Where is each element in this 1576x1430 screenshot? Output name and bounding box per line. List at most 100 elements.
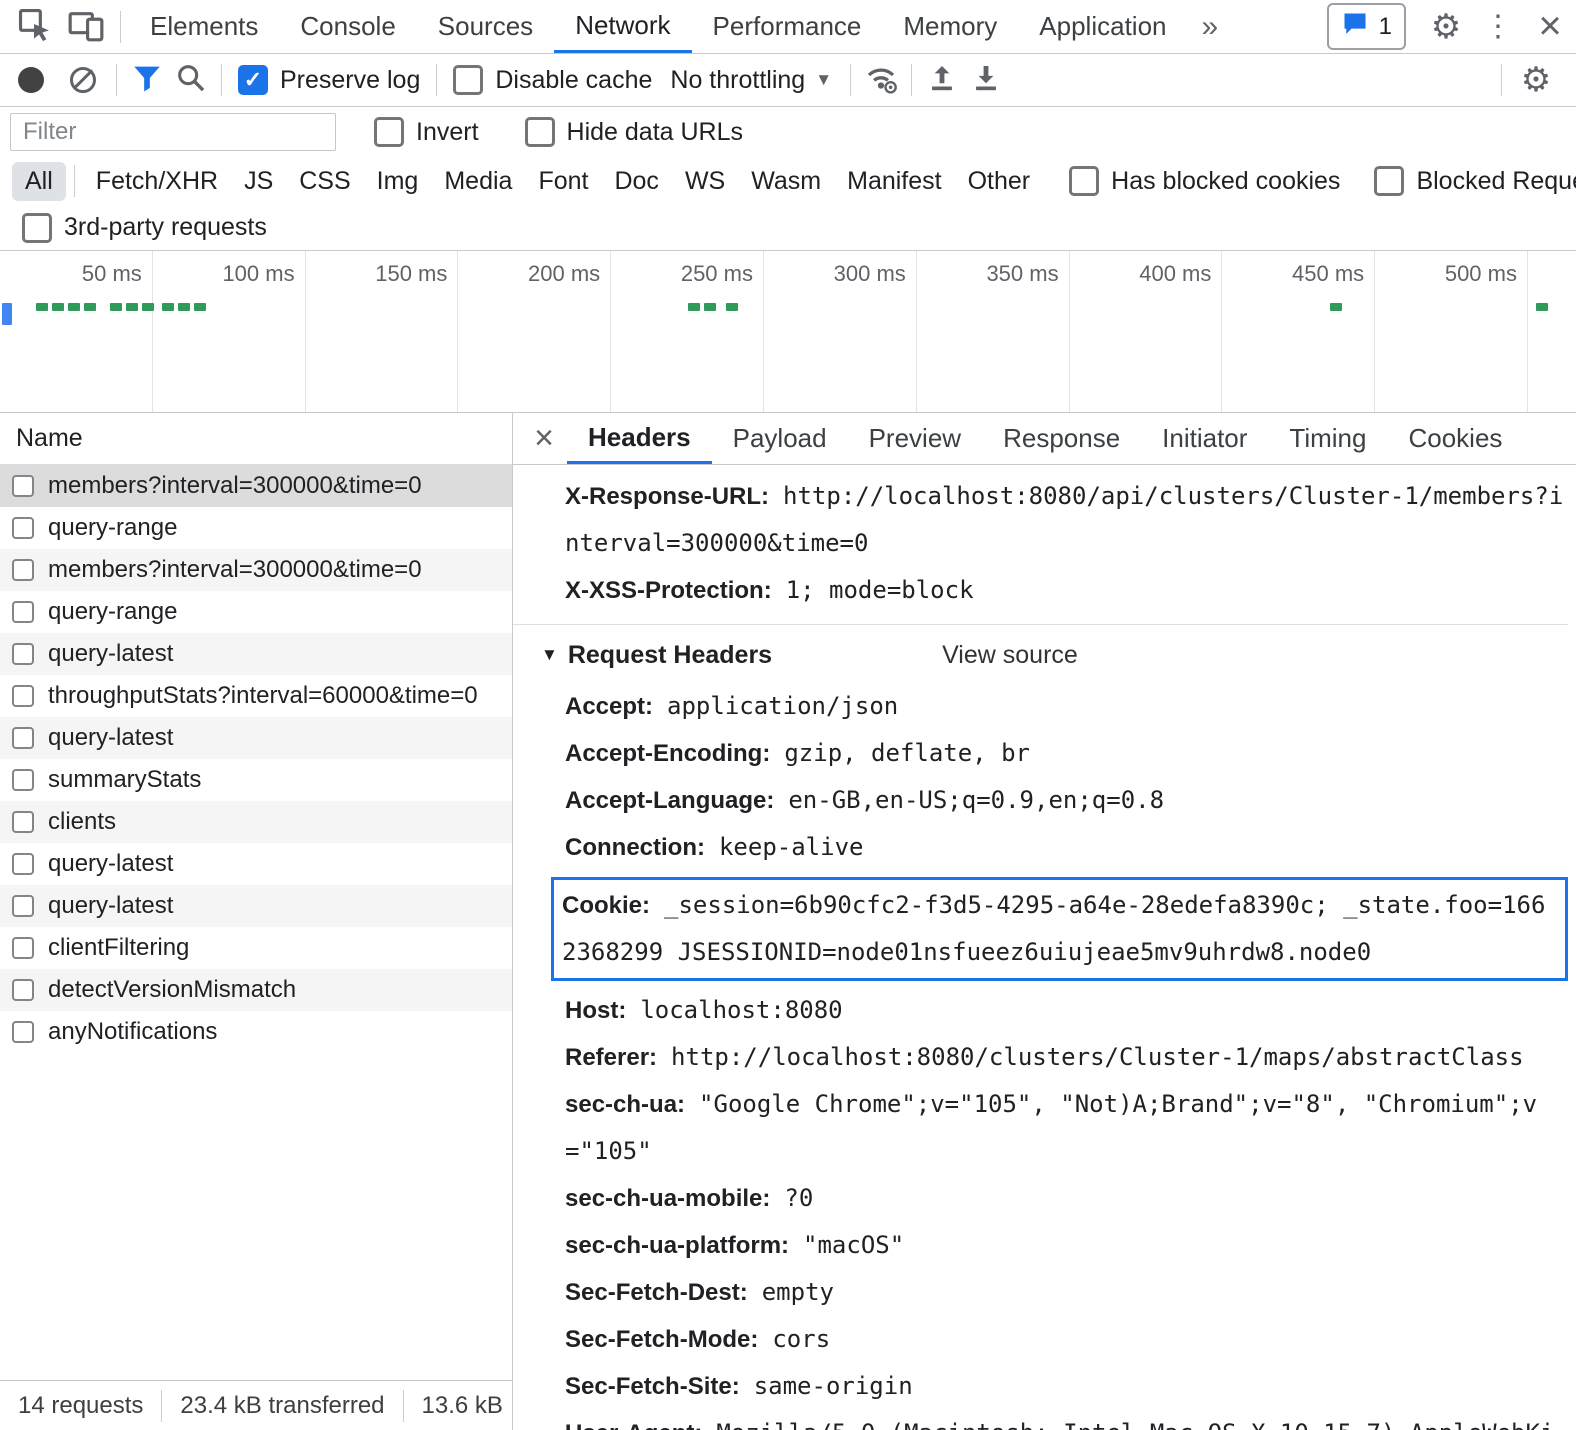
main-tab-performance[interactable]: Performance: [692, 0, 883, 53]
search-button[interactable]: [169, 58, 213, 102]
header-key: Accept-Encoding:: [565, 740, 770, 767]
request-row[interactable]: query-latest: [0, 843, 512, 885]
type-filter-js[interactable]: JS: [231, 162, 286, 201]
request-row[interactable]: clients: [0, 801, 512, 843]
request-checkbox[interactable]: [12, 895, 34, 917]
network-conditions-button[interactable]: [859, 58, 903, 102]
type-filter-all[interactable]: All: [12, 162, 66, 201]
main-tab-sources[interactable]: Sources: [417, 0, 554, 53]
type-filter-css[interactable]: CSS: [286, 162, 363, 201]
request-row[interactable]: query-latest: [0, 717, 512, 759]
header-line: sec-ch-ua-mobile:?0: [565, 1175, 1568, 1222]
request-row[interactable]: summaryStats: [0, 759, 512, 801]
invert-checkbox[interactable]: [374, 117, 404, 147]
request-row[interactable]: query-range: [0, 507, 512, 549]
detail-tab-timing[interactable]: Timing: [1268, 413, 1387, 464]
header-key: X-XSS-Protection:: [565, 577, 772, 604]
type-filter-img[interactable]: Img: [364, 162, 432, 201]
hide-data-urls-checkbox[interactable]: [525, 117, 555, 147]
clear-network-log-button[interactable]: [70, 67, 96, 93]
waterfall-mark: [142, 303, 154, 311]
detail-tab-preview[interactable]: Preview: [848, 413, 982, 464]
request-headers-section-header[interactable]: ▼ Request Headers View source: [541, 633, 1568, 677]
filter-input[interactable]: [10, 113, 336, 151]
request-row[interactable]: query-range: [0, 591, 512, 633]
disable-cache-checkbox[interactable]: [453, 65, 483, 95]
request-checkbox[interactable]: [12, 1021, 34, 1043]
type-filter-font[interactable]: Font: [525, 162, 601, 201]
request-row[interactable]: detectVersionMismatch: [0, 969, 512, 1011]
close-icon: ×: [534, 419, 554, 458]
close-devtools-button[interactable]: ×: [1524, 4, 1576, 49]
gear-icon: ⚙: [1431, 8, 1461, 46]
request-checkbox[interactable]: [12, 769, 34, 791]
type-filter-fetchxhr[interactable]: Fetch/XHR: [83, 162, 231, 201]
header-value: "Google Chrome";v="105", "Not)A;Brand";v…: [565, 1090, 1537, 1165]
console-messages-badge[interactable]: 1: [1327, 3, 1406, 50]
request-checkbox[interactable]: [12, 517, 34, 539]
request-checkbox[interactable]: [12, 727, 34, 749]
has-blocked-cookies-checkbox[interactable]: [1069, 166, 1099, 196]
detail-tab-headers[interactable]: Headers: [567, 413, 712, 464]
request-row[interactable]: query-latest: [0, 633, 512, 675]
view-source-link[interactable]: View source: [942, 641, 1078, 670]
request-row[interactable]: throughputStats?interval=60000&time=0: [0, 675, 512, 717]
network-settings-button[interactable]: ⚙: [1510, 60, 1562, 100]
devtools-main-tab-bar: ElementsConsoleSourcesNetworkPerformance…: [0, 0, 1576, 54]
type-filter-other[interactable]: Other: [955, 162, 1044, 201]
request-checkbox[interactable]: [12, 601, 34, 623]
name-column-header[interactable]: Name: [0, 413, 512, 465]
header-key: Host:: [565, 997, 626, 1024]
type-filter-manifest[interactable]: Manifest: [834, 162, 954, 201]
request-checkbox[interactable]: [12, 685, 34, 707]
request-row[interactable]: members?interval=300000&time=0: [0, 465, 512, 507]
main-tab-application[interactable]: Application: [1018, 0, 1187, 53]
preserve-log-control: Preserve log: [238, 65, 420, 95]
request-checkbox[interactable]: [12, 937, 34, 959]
third-party-checkbox[interactable]: [22, 213, 52, 243]
customize-devtools-button[interactable]: ⋮: [1472, 9, 1524, 44]
record-network-log-button[interactable]: [18, 67, 44, 93]
main-tab-elements[interactable]: Elements: [129, 0, 279, 53]
inspect-element-button[interactable]: [8, 0, 60, 53]
request-detail-panel: × HeadersPayloadPreviewResponseInitiator…: [513, 413, 1576, 1430]
detail-tab-cookies[interactable]: Cookies: [1387, 413, 1523, 464]
disable-cache-control: Disable cache: [453, 65, 652, 95]
import-har-button[interactable]: [920, 58, 964, 102]
type-filter-wasm[interactable]: Wasm: [738, 162, 834, 201]
request-row[interactable]: anyNotifications: [0, 1011, 512, 1053]
settings-button[interactable]: ⚙: [1420, 7, 1472, 47]
blocked-requests-checkbox[interactable]: [1374, 166, 1404, 196]
request-row[interactable]: query-latest: [0, 885, 512, 927]
request-checkbox[interactable]: [12, 475, 34, 497]
request-checkbox[interactable]: [12, 853, 34, 875]
main-tab-memory[interactable]: Memory: [882, 0, 1018, 53]
close-detail-button[interactable]: ×: [521, 413, 567, 464]
request-row[interactable]: members?interval=300000&time=0: [0, 549, 512, 591]
detail-tab-initiator[interactable]: Initiator: [1141, 413, 1268, 464]
request-checkbox[interactable]: [12, 811, 34, 833]
detail-tab-response[interactable]: Response: [982, 413, 1141, 464]
more-tabs-button[interactable]: »: [1188, 0, 1233, 53]
request-checkbox[interactable]: [12, 979, 34, 1001]
headers-content[interactable]: X-Response-URL:http://localhost:8080/api…: [513, 465, 1576, 1430]
type-filter-media[interactable]: Media: [431, 162, 525, 201]
network-overview-timeline[interactable]: 50 ms100 ms150 ms200 ms250 ms300 ms350 m…: [0, 251, 1576, 413]
request-checkbox[interactable]: [12, 643, 34, 665]
throttling-dropdown[interactable]: No throttling ▼: [670, 66, 832, 95]
export-har-button[interactable]: [964, 58, 1008, 102]
type-filter-ws[interactable]: WS: [672, 162, 738, 201]
main-tab-network[interactable]: Network: [554, 0, 691, 53]
request-row[interactable]: clientFiltering: [0, 927, 512, 969]
detail-tab-payload[interactable]: Payload: [712, 413, 848, 464]
type-filter-doc[interactable]: Doc: [601, 162, 671, 201]
device-toolbar-button[interactable]: [60, 0, 112, 53]
timeline-tick-label: 50 ms: [82, 261, 142, 287]
timeline-column: 200 ms: [458, 251, 611, 412]
preserve-log-checkbox[interactable]: [238, 65, 268, 95]
request-checkbox[interactable]: [12, 559, 34, 581]
filter-toggle-button[interactable]: [125, 58, 169, 102]
main-tab-console[interactable]: Console: [279, 0, 416, 53]
hide-data-urls-label: Hide data URLs: [567, 118, 743, 147]
header-line: Accept:application/json: [565, 683, 1568, 730]
